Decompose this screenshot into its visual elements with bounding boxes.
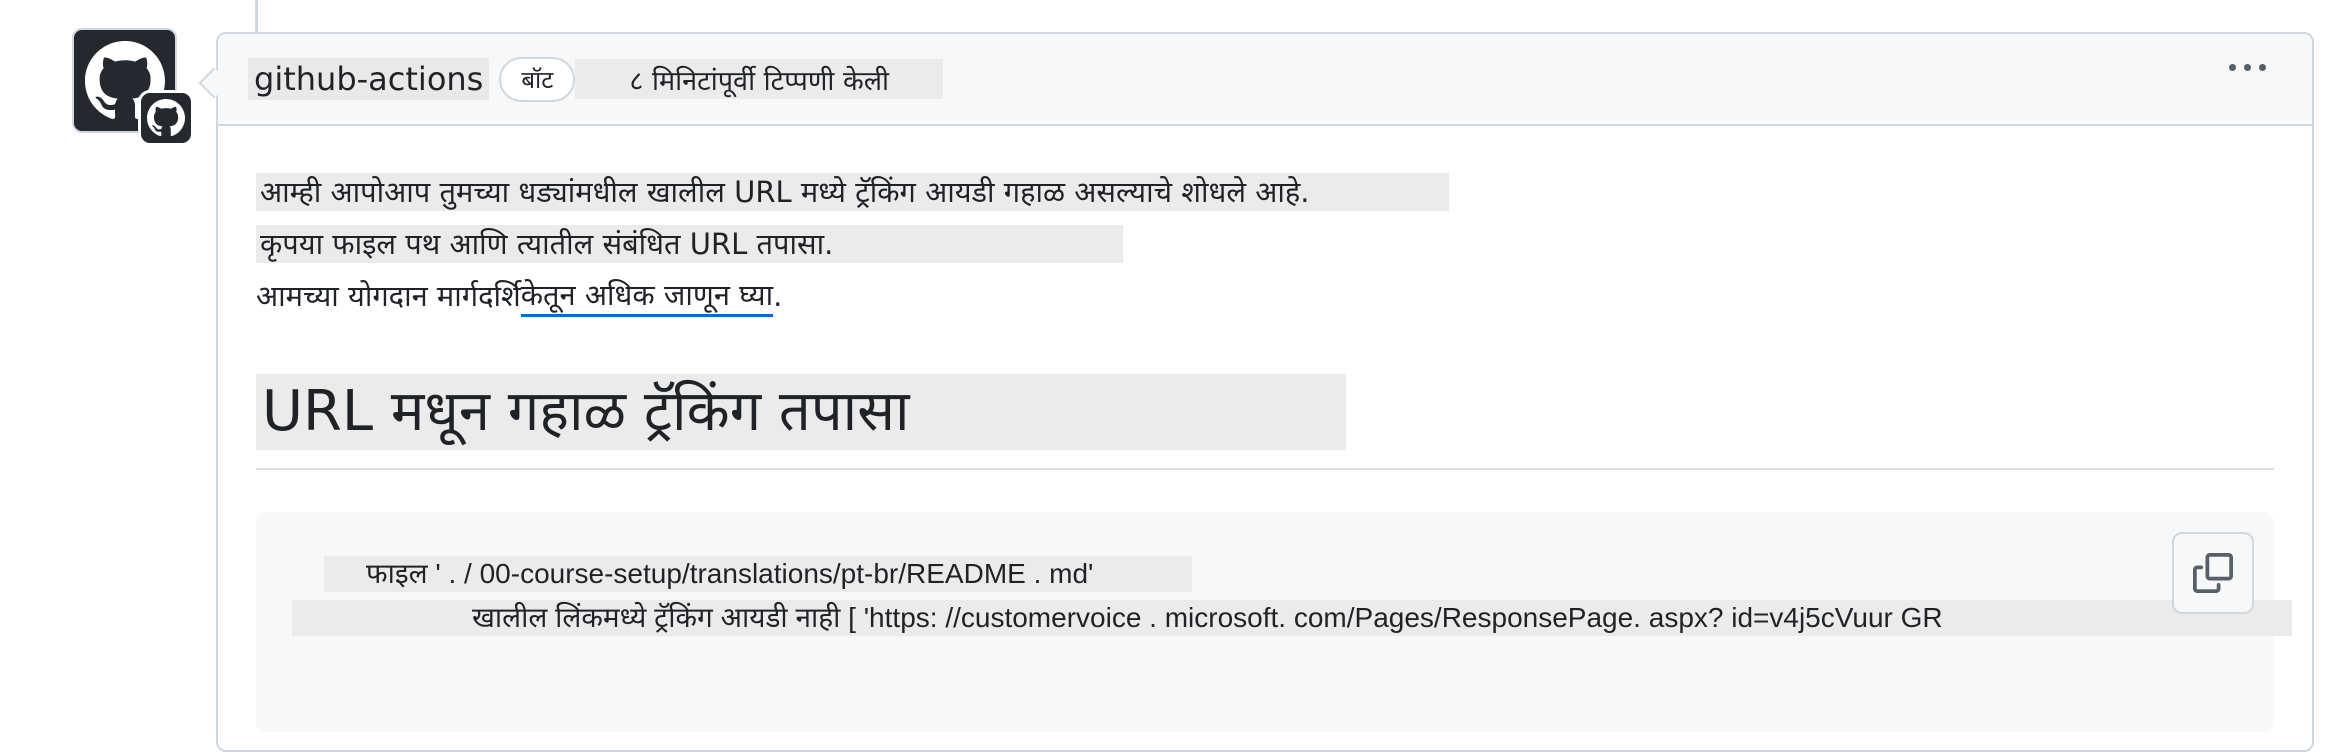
code-line: फाइल ' . / 00-course-setup/translations/…: [324, 556, 1192, 592]
comment-card: github-actions बॉट ८ मिनिटांपूर्वी टिप्प…: [216, 32, 2314, 752]
code-line: खालील लिंकमध्ये ट्रॅकिंग आयडी नाही [ 'ht…: [292, 600, 2292, 636]
copy-button[interactable]: [2172, 532, 2254, 614]
section-heading: URL मधून गहाळ ट्रॅकिंग तपासा: [256, 374, 1346, 450]
comment-header: github-actions बॉट ८ मिनिटांपूर्वी टिप्प…: [218, 34, 2312, 126]
comment-body: आम्ही आपोआप तुमच्या धड्यांमधील खालील URL…: [218, 126, 2312, 732]
timeline-line: [255, 0, 258, 32]
body-line: आमच्या योगदान मार्गदर्शि केतून अधिक जाणून…: [256, 270, 2274, 322]
author-link[interactable]: github-actions: [248, 58, 490, 100]
body-text: आमच्या योगदान मार्गदर्शि: [256, 279, 521, 313]
body-text: आम्ही आपोआप तुमच्या धड्यांमधील खालील URL…: [256, 173, 1450, 211]
body-line: आम्ही आपोआप तुमच्या धड्यांमधील खालील URL…: [256, 166, 2274, 218]
kebab-menu-icon[interactable]: [2229, 64, 2266, 71]
body-text: कृपया फाइल पथ आणि त्यातील संबंधित URL तप…: [256, 225, 1124, 263]
code-block: फाइल ' . / 00-course-setup/translations/…: [256, 512, 2292, 732]
body-line: कृपया फाइल पथ आणि त्यातील संबंधित URL तप…: [256, 218, 2274, 270]
heading-divider: [256, 468, 2274, 470]
copy-icon: [2193, 553, 2233, 593]
body-text: .: [773, 279, 783, 313]
comment-timestamp[interactable]: ८ मिनिटांपूर्वी टिप्पणी केली: [575, 59, 944, 99]
contributing-guide-link[interactable]: केतून अधिक जाणून घ्या: [520, 276, 774, 317]
github-octocat-icon: [147, 99, 185, 137]
bot-avatar-badge: [138, 90, 194, 146]
bot-badge: बॉट: [499, 56, 576, 102]
